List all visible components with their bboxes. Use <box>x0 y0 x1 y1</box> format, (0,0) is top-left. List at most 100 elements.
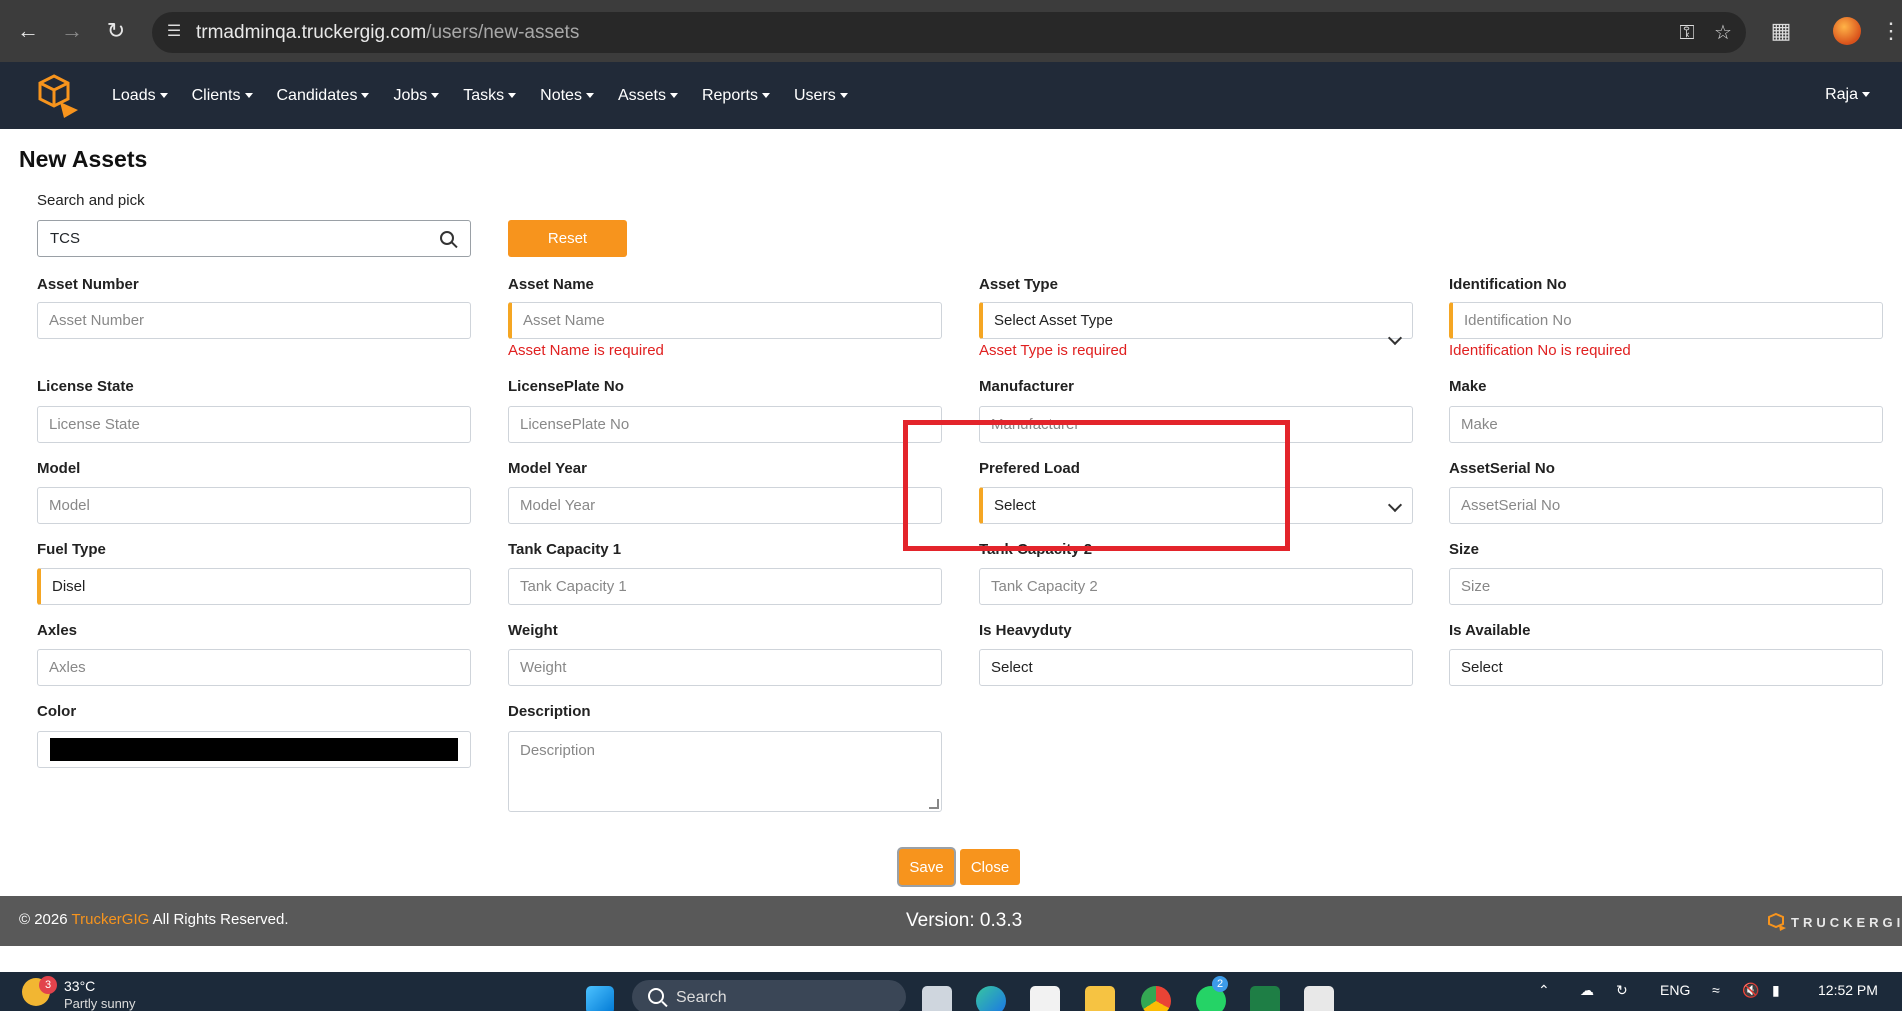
asset-number-label: Asset Number <box>37 276 139 293</box>
weather-widget[interactable]: 3 33°C Partly sunny <box>22 976 152 1011</box>
placeholder: Description <box>520 742 596 759</box>
sync-icon[interactable]: ↻ <box>1616 982 1628 999</box>
truckergig-logo-icon[interactable] <box>34 72 82 120</box>
app-navbar: Loads Clients Candidates Jobs Tasks Note… <box>0 62 1902 129</box>
model-field[interactable]: Model <box>37 487 471 524</box>
model-year-field[interactable]: Model Year <box>508 487 942 524</box>
nav-label: Notes <box>540 86 582 104</box>
highlight-annotation <box>903 420 1290 551</box>
password-key-icon[interactable]: ⚿ <box>1674 20 1700 46</box>
license-plate-field[interactable]: LicensePlate No <box>508 406 942 443</box>
site-settings-icon[interactable]: ☰ <box>162 20 186 44</box>
color-label: Color <box>37 703 77 720</box>
asset-serial-field[interactable]: AssetSerial No <box>1449 487 1883 524</box>
asset-name-field[interactable]: Asset Name <box>508 302 942 339</box>
caret-down-icon <box>762 92 770 98</box>
profile-avatar-icon[interactable] <box>1833 17 1861 45</box>
license-state-field[interactable]: License State <box>37 406 471 443</box>
windows-start-icon[interactable] <box>586 986 614 1011</box>
excel-icon[interactable] <box>1250 986 1280 1011</box>
nav-item-assets[interactable]: Assets <box>618 87 678 105</box>
forward-arrow-icon[interactable]: → <box>58 17 86 45</box>
chrome-icon[interactable] <box>1141 986 1171 1011</box>
size-label: Size <box>1449 541 1480 558</box>
selected-value: Select Asset Type <box>994 312 1113 329</box>
footer-brand-link[interactable]: TruckerGIG <box>72 911 150 928</box>
store-icon[interactable] <box>1030 986 1060 1011</box>
snipping-tool-icon[interactable] <box>1304 986 1334 1011</box>
nav-menu: Loads Clients Candidates Jobs Tasks Note… <box>112 62 872 129</box>
make-label: Make <box>1449 378 1487 395</box>
is-available-label: Is Available <box>1449 622 1531 639</box>
close-button[interactable]: Close <box>960 849 1020 885</box>
nav-item-reports[interactable]: Reports <box>702 87 770 105</box>
fuel-type-select[interactable]: Disel <box>37 568 471 605</box>
nav-item-candidates[interactable]: Candidates <box>277 87 370 105</box>
reset-button[interactable]: Reset <box>508 220 627 257</box>
asset-type-select[interactable]: Select Asset Type <box>979 302 1413 346</box>
asset-type-label: Asset Type <box>979 276 1058 293</box>
bookmark-star-icon[interactable]: ☆ <box>1710 20 1736 46</box>
temperature: 33°C <box>64 978 96 994</box>
nav-item-notes[interactable]: Notes <box>540 87 594 105</box>
nav-item-jobs[interactable]: Jobs <box>393 86 440 105</box>
nav-item-tasks[interactable]: Tasks <box>463 87 517 105</box>
copyright: © 2026 TruckerGIG All Rights Reserved. <box>19 911 289 928</box>
save-button[interactable]: Save <box>899 849 954 885</box>
tray-chevron-up-icon[interactable]: ⌃ <box>1538 982 1550 999</box>
asset-number-field[interactable]: Asset Number <box>37 302 471 339</box>
placeholder: Size <box>1461 578 1491 595</box>
color-picker[interactable] <box>37 731 471 768</box>
placeholder: Axles <box>49 659 86 676</box>
folder-icon[interactable] <box>1085 986 1115 1011</box>
taskbar-search[interactable]: Search <box>632 980 906 1011</box>
kebab-menu-icon[interactable]: ⋮ <box>1880 17 1902 45</box>
nav-item-clients[interactable]: Clients <box>192 87 253 105</box>
clock-time[interactable]: 12:52 PM <box>1818 982 1878 998</box>
user-menu[interactable]: Raja <box>1825 86 1870 104</box>
placeholder: Tank Capacity 1 <box>520 578 627 595</box>
is-available-select[interactable]: Select <box>1449 649 1883 686</box>
url-host: trmadminqa.truckergig.com <box>196 22 427 43</box>
identification-no-field[interactable]: Identification No <box>1449 302 1883 339</box>
size-field[interactable]: Size <box>1449 568 1883 605</box>
onedrive-cloud-icon[interactable]: ☁ <box>1580 982 1594 999</box>
file-icon[interactable] <box>922 986 952 1011</box>
caret-down-icon <box>585 92 594 98</box>
description-textarea[interactable]: Description <box>508 731 942 812</box>
model-label: Model <box>37 460 81 477</box>
nav-item-users[interactable]: Users <box>794 87 848 105</box>
manufacturer-label: Manufacturer <box>979 378 1075 395</box>
search-icon <box>648 988 664 1004</box>
wifi-icon[interactable]: ≈ <box>1712 982 1720 998</box>
chevron-down-icon <box>1387 330 1403 346</box>
resize-grip-icon[interactable] <box>929 799 939 809</box>
reload-icon[interactable]: ↻ <box>102 17 130 45</box>
tank-capacity-2-field[interactable]: Tank Capacity 2 <box>979 568 1413 605</box>
back-arrow-icon[interactable]: ← <box>14 17 42 45</box>
identification-no-label: Identification No <box>1449 276 1567 293</box>
address-bar[interactable]: ☰ trmadminqa.truckergig.com/users/new-as… <box>152 12 1746 53</box>
windows-taskbar: 3 33°C Partly sunny Search 2 ⌃ ☁ ↻ ENG ≈… <box>0 972 1902 1011</box>
color-swatch <box>50 738 458 761</box>
nav-item-loads[interactable]: Loads <box>112 87 168 105</box>
nav-label: Jobs <box>393 86 428 104</box>
search-icon[interactable] <box>440 231 454 245</box>
caret-down-icon <box>1862 92 1870 98</box>
battery-icon[interactable]: ▮ <box>1772 982 1780 999</box>
placeholder: Asset Number <box>49 312 145 329</box>
search-input[interactable]: TCS <box>37 220 471 257</box>
axles-label: Axles <box>37 622 78 639</box>
language-indicator[interactable]: ENG <box>1660 982 1690 998</box>
make-field[interactable]: Make <box>1449 406 1883 443</box>
edge-browser-icon[interactable] <box>976 986 1006 1011</box>
axles-field[interactable]: Axles <box>37 649 471 686</box>
asset-name-label: Asset Name <box>508 276 594 293</box>
url-text[interactable]: trmadminqa.truckergig.com/users/new-asse… <box>196 22 579 44</box>
caret-down-icon <box>508 92 517 98</box>
is-heavyduty-select[interactable]: Select <box>979 649 1413 686</box>
speaker-muted-icon[interactable]: 🔇 <box>1742 982 1759 999</box>
tank-capacity-1-field[interactable]: Tank Capacity 1 <box>508 568 942 605</box>
extensions-puzzle-icon[interactable]: ▦ <box>1767 17 1795 45</box>
weight-field[interactable]: Weight <box>508 649 942 686</box>
